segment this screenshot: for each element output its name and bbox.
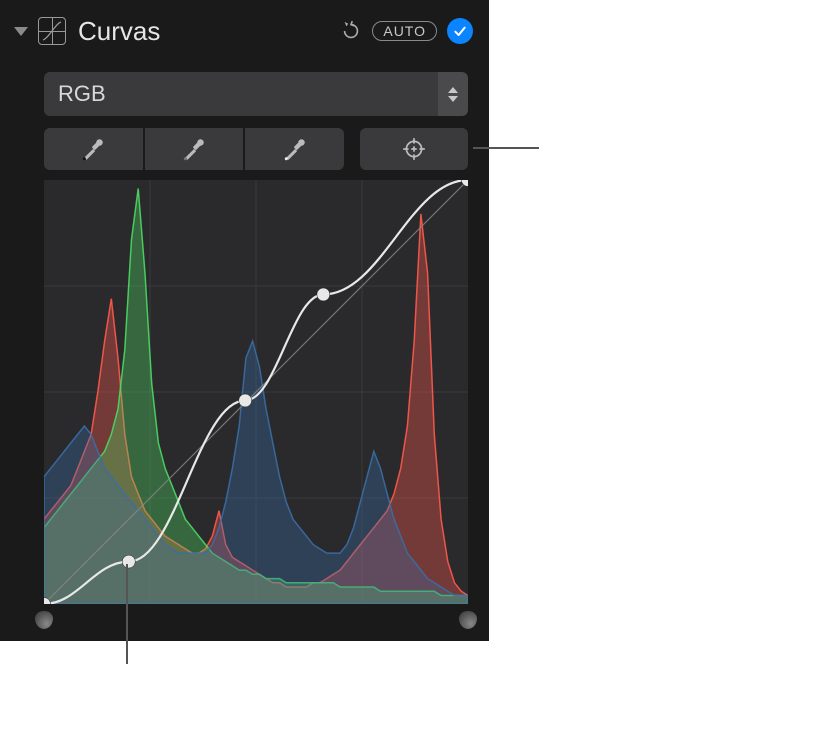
eyedropper-toolbar	[44, 128, 468, 170]
stepper-arrows-icon	[438, 72, 468, 116]
tone-range-slider[interactable]	[44, 611, 468, 633]
callout-leader	[126, 564, 128, 664]
crosshair-plus-icon	[401, 136, 427, 162]
checkmark-icon	[452, 23, 468, 39]
gray-point-eyedropper-button[interactable]	[145, 128, 244, 170]
black-point-handle[interactable]	[35, 611, 53, 629]
curves-panel-icon	[38, 17, 66, 45]
black-point-eyedropper-button[interactable]	[44, 128, 143, 170]
channel-select-value: RGB	[44, 72, 438, 116]
enabled-toggle[interactable]	[447, 18, 473, 44]
eyedropper-icon	[80, 136, 106, 162]
undo-arrow-icon	[340, 20, 362, 42]
channel-select[interactable]: RGB	[44, 72, 468, 116]
reset-button[interactable]	[338, 18, 364, 44]
curves-panel: Curvas AUTO RGB	[0, 0, 489, 641]
eyedropper-icon	[282, 136, 308, 162]
eyedropper-icon	[181, 136, 207, 162]
auto-button[interactable]: AUTO	[372, 21, 437, 41]
white-point-handle[interactable]	[459, 611, 477, 629]
white-point-eyedropper-button[interactable]	[245, 128, 344, 170]
callout-leader	[473, 147, 539, 149]
add-curve-point-button[interactable]	[360, 128, 468, 170]
disclosure-triangle-icon[interactable]	[14, 27, 28, 36]
panel-title: Curvas	[78, 16, 338, 47]
curves-histogram[interactable]	[44, 180, 468, 604]
panel-header: Curvas AUTO	[14, 14, 473, 48]
